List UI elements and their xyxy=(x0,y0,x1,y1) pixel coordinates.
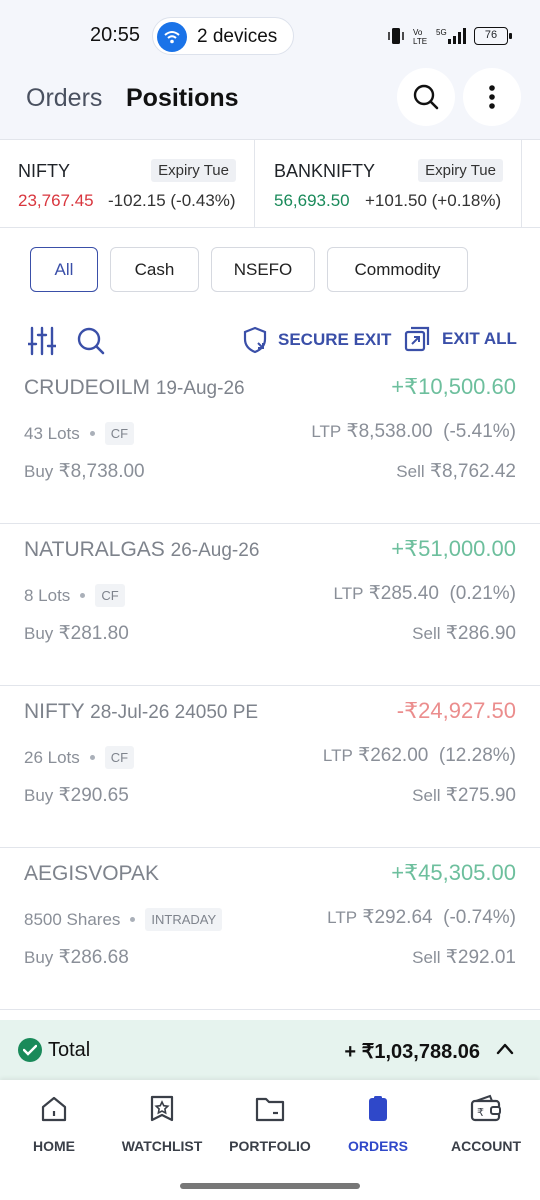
position-contract: 19-Aug-26 xyxy=(155,378,245,399)
svg-text:₹: ₹ xyxy=(477,1106,484,1119)
position-qty: 26 Lots CF xyxy=(24,746,135,769)
position-tag: CF xyxy=(104,422,135,445)
position-ltp: LTP ₹8,538.00 (-5.41%) xyxy=(311,421,516,442)
total-value: + ₹1,03,788.06 xyxy=(344,1041,480,1063)
home-indicator xyxy=(180,1183,360,1189)
system-icons: Vo LTE 5G 76 xyxy=(388,24,512,48)
position-sell: Sell ₹275.90 xyxy=(412,785,516,806)
nav-home[interactable]: HOME xyxy=(0,1094,108,1174)
positions-list: CRUDEOILM 19-Aug-26 +₹10,500.60 43 Lots C… xyxy=(0,362,540,1010)
index-price: 23,767.45 xyxy=(18,191,94,210)
nav-watchlist[interactable]: WATCHLIST xyxy=(108,1094,216,1174)
home-icon xyxy=(41,1096,67,1122)
position-contract: 28-Jul-26 24050 PE xyxy=(90,702,259,723)
position-pnl: +₹10,500.60 xyxy=(391,374,516,399)
position-row[interactable]: NIFTY 28-Jul-26 24050 PE -₹24,927.50 26 … xyxy=(0,686,540,848)
devices-label: 2 devices xyxy=(197,26,278,47)
secure-exit-label: SECURE EXIT xyxy=(278,330,392,349)
position-row[interactable]: CRUDEOILM 19-Aug-26 +₹10,500.60 43 Lots C… xyxy=(0,362,540,524)
filter-chip-nsefo[interactable]: NSEFO xyxy=(211,247,315,292)
total-label: Total xyxy=(48,1039,91,1061)
position-symbol: NATURALGAS 26-Aug-26 xyxy=(24,538,260,561)
tab-positions[interactable]: Positions xyxy=(126,84,239,113)
position-qty: 8 Lots CF xyxy=(24,584,125,607)
expiry-badge: Expiry Tue xyxy=(151,159,236,182)
position-pnl: -₹24,927.50 xyxy=(396,698,516,723)
position-pnl: +₹45,305.00 xyxy=(391,860,516,885)
index-card-banknifty[interactable]: BANKNIFTY Expiry Tue 56,693.50 +101.50 (… xyxy=(256,140,522,228)
position-contract: 26-Aug-26 xyxy=(170,540,260,561)
segment-filters: All Cash NSEFO Commodity xyxy=(30,247,468,293)
account-icon: ₹ xyxy=(470,1094,501,1122)
chevron-up-icon[interactable] xyxy=(496,1042,514,1056)
portfolio-icon xyxy=(255,1097,285,1122)
position-sell: Sell ₹292.01 xyxy=(412,947,516,968)
position-qty: 43 Lots CF xyxy=(24,422,135,445)
search-icon[interactable] xyxy=(76,326,106,361)
svg-text:LTE: LTE xyxy=(413,37,427,45)
position-symbol: CRUDEOILM 19-Aug-26 xyxy=(24,376,245,399)
kebab-menu-icon xyxy=(489,85,495,109)
bottom-navigation: HOME WATCHLIST PORTFOLIO ORDERS ₹ ACCOUN… xyxy=(0,1080,540,1200)
signal-5g-icon: 5G xyxy=(436,28,466,44)
secure-exit-button[interactable]: SECURE EXIT xyxy=(242,326,391,354)
index-change: -102.15 (-0.43%) xyxy=(108,191,236,210)
index-name: BANKNIFTY xyxy=(274,161,376,181)
position-row[interactable]: AEGISVOPAK +₹45,305.00 8500 Shares INTRAD… xyxy=(0,848,540,1010)
filter-chip-commodity[interactable]: Commodity xyxy=(327,247,468,292)
watchlist-icon xyxy=(150,1095,174,1122)
index-change: +101.50 (+0.18%) xyxy=(365,191,502,210)
filter-chip-all[interactable]: All xyxy=(30,247,98,292)
index-card-nifty[interactable]: NIFTY Expiry Tue 23,767.45 -102.15 (-0.4… xyxy=(0,140,255,228)
position-ltp: LTP ₹262.00 (12.28%) xyxy=(322,745,516,766)
position-qty: 8500 Shares INTRADAY xyxy=(24,908,223,931)
filter-sliders-icon[interactable] xyxy=(26,326,58,361)
position-pnl: +₹51,000.00 xyxy=(391,536,516,561)
exit-square-icon xyxy=(404,326,430,352)
index-ticker: NIFTY Expiry Tue 23,767.45 -102.15 (-0.4… xyxy=(0,140,540,228)
clock: 20:55 xyxy=(90,24,141,46)
search-icon xyxy=(413,84,439,110)
filter-chip-cash[interactable]: Cash xyxy=(110,247,199,292)
positions-toolbar: SECURE EXIT EXIT ALL xyxy=(0,322,540,362)
position-buy: Buy ₹281.80 xyxy=(24,623,129,644)
position-symbol: NIFTY 28-Jul-26 24050 PE xyxy=(24,700,259,723)
index-price: 56,693.50 xyxy=(274,191,350,210)
more-options-button[interactable] xyxy=(463,68,521,126)
position-sell: Sell ₹8,762.42 xyxy=(396,461,516,482)
exit-all-button[interactable]: EXIT ALL xyxy=(404,326,517,352)
search-button[interactable] xyxy=(397,68,455,126)
status-bar: 20:55 2 devices Vo LTE 5G 76 xyxy=(0,0,540,70)
nav-account[interactable]: ₹ ACCOUNT xyxy=(432,1094,540,1174)
check-circle-icon xyxy=(18,1038,42,1062)
svg-text:Vo: Vo xyxy=(413,28,423,37)
nav-orders[interactable]: ORDERS xyxy=(324,1094,432,1174)
tab-orders[interactable]: Orders xyxy=(26,84,102,113)
position-buy: Buy ₹290.65 xyxy=(24,785,129,806)
position-buy: Buy ₹8,738.00 xyxy=(24,461,145,482)
position-symbol: AEGISVOPAK xyxy=(24,862,159,885)
shield-icon xyxy=(243,326,267,354)
devices-pill[interactable]: 2 devices xyxy=(152,17,294,55)
position-tag: CF xyxy=(104,746,135,769)
vibrate-icon xyxy=(388,28,404,44)
total-pnl-bar[interactable]: Total + ₹1,03,788.06 xyxy=(0,1020,540,1080)
position-buy: Buy ₹286.68 xyxy=(24,947,129,968)
position-tag: CF xyxy=(95,584,125,607)
position-sell: Sell ₹286.90 xyxy=(412,623,516,644)
wifi-icon xyxy=(157,22,187,52)
nav-portfolio[interactable]: PORTFOLIO xyxy=(216,1094,324,1174)
position-ltp: LTP ₹285.40 (0.21%) xyxy=(333,583,517,604)
expiry-badge: Expiry Tue xyxy=(418,159,503,182)
volte-icon: VoLTE xyxy=(413,28,427,45)
svg-text:5G: 5G xyxy=(436,28,447,37)
battery-icon: 76 xyxy=(474,27,512,45)
index-name: NIFTY xyxy=(18,161,70,181)
position-tag: INTRADAY xyxy=(145,908,223,931)
exit-all-label: EXIT ALL xyxy=(442,329,517,348)
position-row[interactable]: NATURALGAS 26-Aug-26 +₹51,000.00 8 Lots C… xyxy=(0,524,540,686)
position-ltp: LTP ₹292.64 (-0.74%) xyxy=(327,907,516,928)
orders-icon xyxy=(369,1096,387,1121)
top-header: Orders Positions xyxy=(0,68,540,140)
